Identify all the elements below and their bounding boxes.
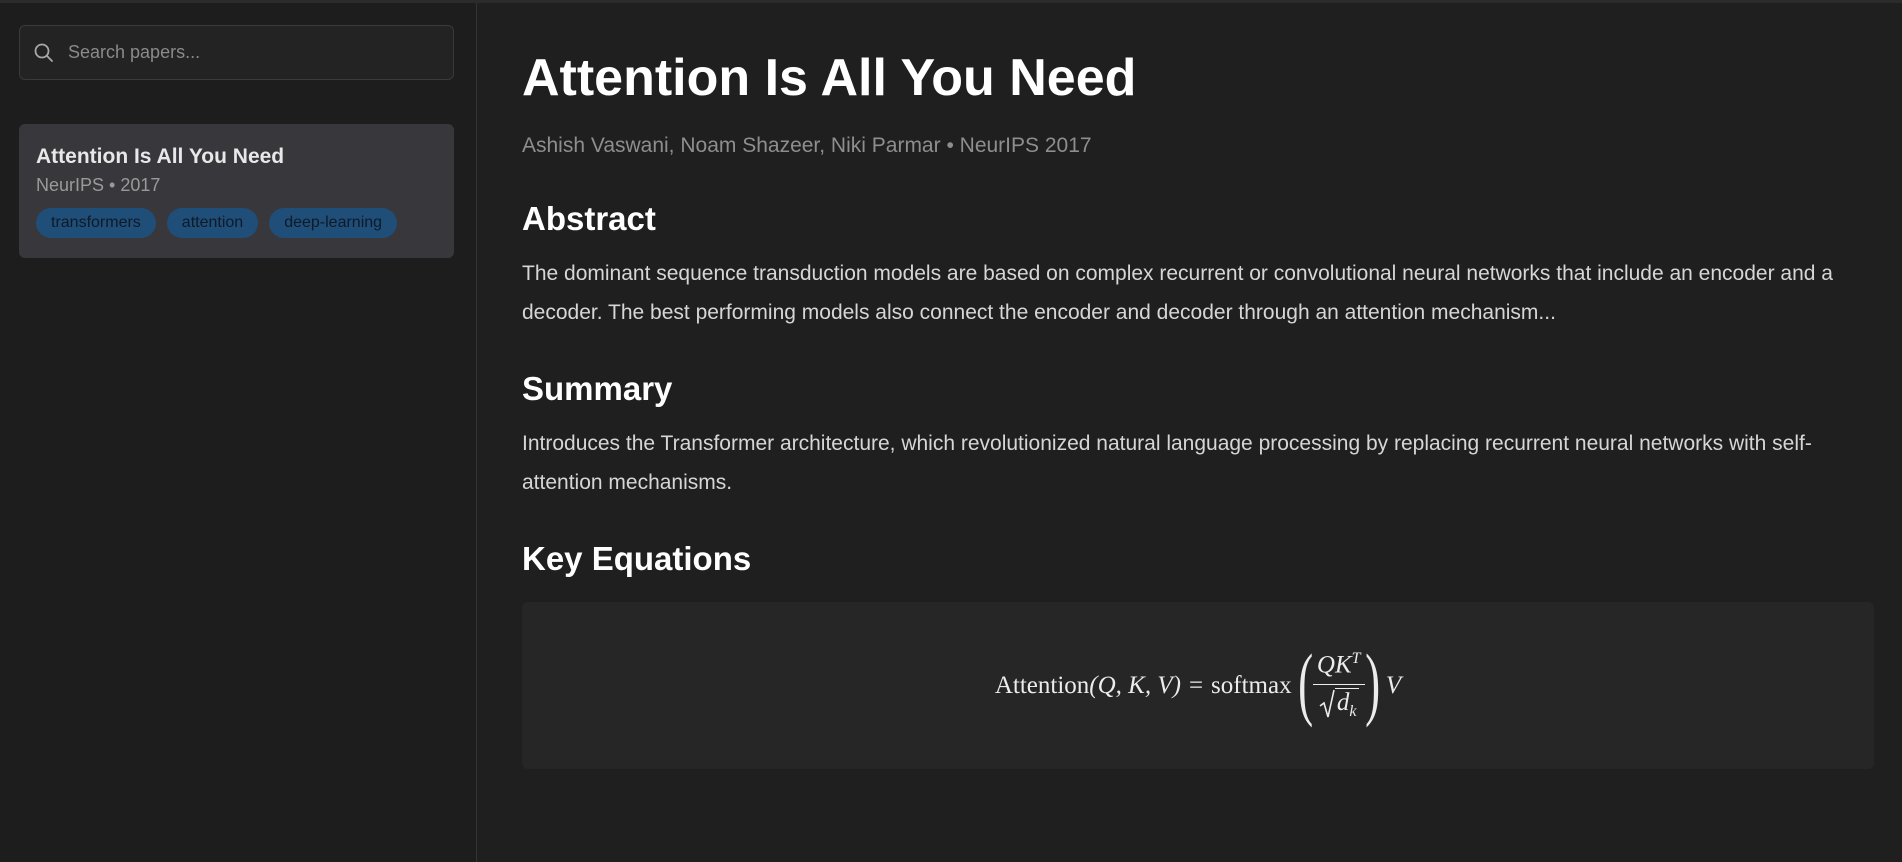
app-window: Attention Is All You Need NeurIPS • 2017… <box>0 0 1902 862</box>
tag-deep-learning[interactable]: deep-learning <box>269 208 398 238</box>
search-input[interactable] <box>66 41 439 64</box>
equation-equals: = <box>1188 671 1204 699</box>
meta-separator: • <box>109 175 116 195</box>
equation-args: (Q, K, V) <box>1089 671 1181 699</box>
paper-detail: Attention Is All You Need Ashish Vaswani… <box>477 3 1902 862</box>
tag-list: transformers attention deep-learning <box>36 208 437 238</box>
equations-heading: Key Equations <box>522 540 752 577</box>
abstract-heading: Abstract <box>522 200 656 237</box>
denominator-var: d <box>1336 688 1350 716</box>
fraction-denominator: dk <box>1319 685 1359 721</box>
numerator-superscript: T <box>1351 650 1361 668</box>
denominator-sub: k <box>1349 702 1357 720</box>
tag-attention[interactable]: attention <box>166 208 259 238</box>
paper-byline: Ashish Vaswani, Noam Shazeer, Niki Parma… <box>522 132 1874 160</box>
fraction-numerator: QKT <box>1312 650 1365 685</box>
search-box[interactable] <box>19 25 454 80</box>
search-icon <box>34 43 53 62</box>
paper-list-item-title: Attention Is All You Need <box>36 145 285 168</box>
paper-list-item-meta: NeurIPS • 2017 <box>36 174 437 196</box>
attention-equation: Attention (Q, K, V) = softmax ( QKT dk)… <box>994 641 1402 724</box>
left-paren-icon: ( <box>1297 636 1313 728</box>
tag-transformers[interactable]: transformers <box>36 208 156 238</box>
numerator-text: QK <box>1316 651 1352 679</box>
paper-list-item[interactable]: Attention Is All You Need NeurIPS • 2017… <box>19 124 454 258</box>
equation-softmax: softmax <box>1211 671 1292 699</box>
page-title: Attention Is All You Need <box>522 49 1137 107</box>
abstract-text: The dominant sequence transduction model… <box>522 262 1833 324</box>
paper-authors: Ashish Vaswani, Noam Shazeer, Niki Parma… <box>522 134 941 157</box>
summary-heading: Summary <box>522 370 673 407</box>
summary-text: Introduces the Transformer architecture,… <box>522 432 1812 494</box>
equation-block: Attention (Q, K, V) = softmax ( QKT dk)… <box>522 602 1874 769</box>
sqrt-icon: dk <box>1319 687 1359 721</box>
right-paren-icon: ) <box>1364 636 1380 728</box>
byline-separator: • <box>946 134 954 157</box>
sidebar: Attention Is All You Need NeurIPS • 2017… <box>0 3 477 862</box>
paper-list-item-venue: NeurIPS <box>36 175 105 195</box>
equation-trailing: V <box>1385 671 1402 699</box>
paper-venue-year: NeurIPS 2017 <box>959 134 1092 157</box>
equation-function: Attention <box>994 671 1090 699</box>
equation-fraction: QKT dk <box>1312 650 1365 721</box>
paper-list-item-year: 2017 <box>120 175 161 195</box>
